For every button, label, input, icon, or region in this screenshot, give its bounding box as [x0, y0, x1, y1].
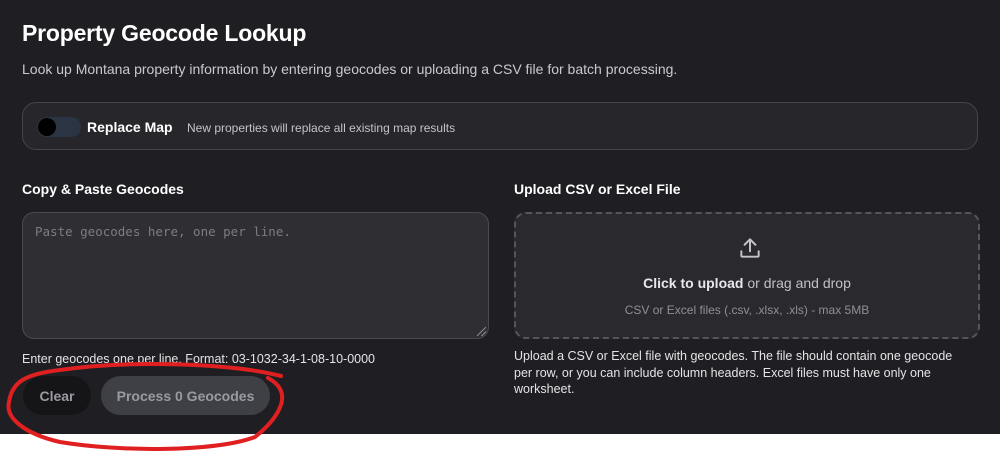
- upload-icon: [740, 238, 760, 258]
- process-geocodes-button[interactable]: Process 0 Geocodes: [101, 376, 270, 415]
- geocodes-textarea[interactable]: [22, 212, 489, 339]
- upload-instruction: Click to upload or drag and drop: [516, 275, 978, 291]
- replace-map-toggle[interactable]: [37, 117, 81, 137]
- upload-section-label: Upload CSV or Excel File: [514, 181, 681, 197]
- file-dropzone[interactable]: Click to upload or drag and drop CSV or …: [514, 212, 980, 339]
- replace-map-description: New properties will replace all existing…: [187, 121, 456, 135]
- paste-section-label: Copy & Paste Geocodes: [22, 181, 184, 197]
- click-to-upload-link[interactable]: Click to upload: [643, 275, 743, 291]
- replace-map-bar: Replace Map New properties will replace …: [22, 102, 978, 150]
- drag-drop-text: or drag and drop: [743, 275, 851, 291]
- clear-button[interactable]: Clear: [23, 376, 91, 415]
- upload-help-text: Upload a CSV or Excel file with geocodes…: [514, 349, 953, 396]
- page-subtitle: Look up Montana property information by …: [22, 61, 678, 77]
- file-type-hint: CSV or Excel files (.csv, .xlsx, .xls) -…: [624, 303, 870, 317]
- toggle-knob: [38, 118, 56, 136]
- geocode-lookup-panel: Property Geocode Lookup Look up Montana …: [0, 0, 1000, 434]
- textarea-resize-handle[interactable]: [477, 327, 486, 336]
- replace-map-label: Replace Map: [87, 119, 173, 135]
- page-title: Property Geocode Lookup: [22, 20, 307, 46]
- format-hint: Enter geocodes one per line. Format: 03-…: [22, 352, 375, 366]
